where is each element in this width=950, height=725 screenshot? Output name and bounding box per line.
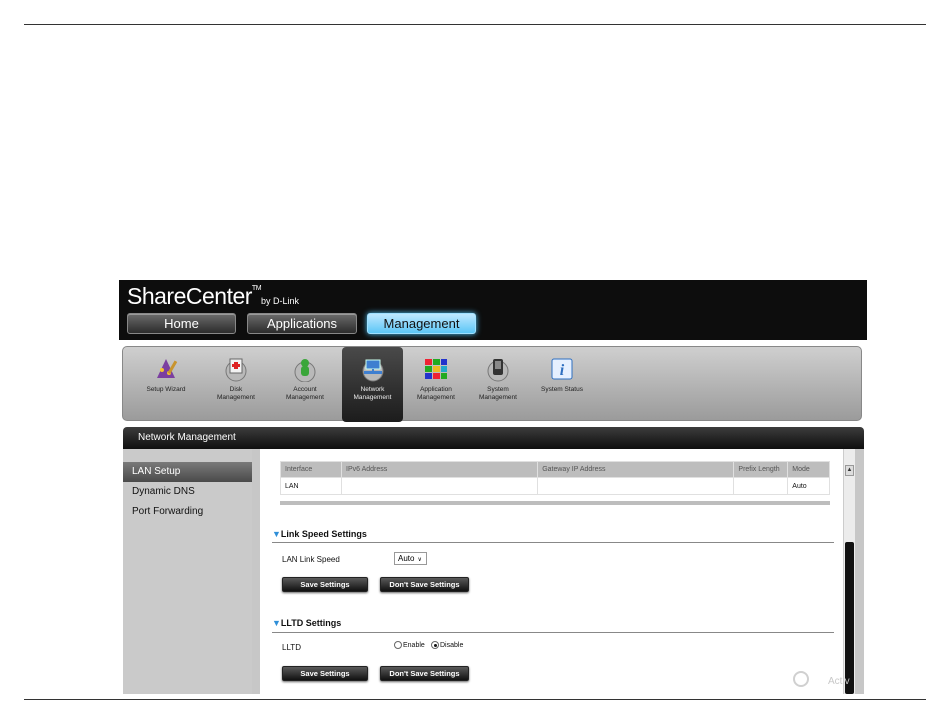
- ipv6-table: Interface IPv6 Address Gateway IP Addres…: [280, 461, 830, 495]
- top-page-rule: [24, 24, 926, 25]
- tool-setup-wizard[interactable]: Setup Wizard: [141, 347, 191, 422]
- activation-watermark: Activ: [828, 676, 850, 687]
- tool-network-management[interactable]: Network Management: [342, 347, 403, 422]
- bottom-page-rule: [24, 699, 926, 700]
- sidebar-item-dynamic-dns[interactable]: Dynamic DNS: [123, 482, 252, 502]
- tool-account-management[interactable]: Account Management: [280, 347, 330, 422]
- table-cell: Auto: [787, 477, 830, 495]
- key-icon: [793, 671, 809, 687]
- content-panel: Interface IPv6 Address Gateway IP Addres…: [260, 449, 843, 694]
- lltd-save-button[interactable]: Save Settings: [282, 666, 368, 681]
- lltd-disable-radio[interactable]: Disable: [431, 641, 463, 649]
- sharecenter-screenshot: ShareCenterTMby D-Link Home Applications…: [119, 280, 867, 694]
- table-row: LAN Auto: [280, 477, 830, 495]
- column-header: IPv6 Address: [340, 461, 539, 478]
- lltd-dont-save-button[interactable]: Don't Save Settings: [380, 666, 469, 681]
- account-icon: [292, 356, 318, 383]
- triangle-down-icon: ▼: [272, 618, 281, 628]
- lltd-heading: ▼LLTD Settings: [272, 618, 342, 628]
- scroll-up-arrow-icon[interactable]: ▲: [845, 465, 854, 476]
- divider: [272, 632, 834, 633]
- table-cell: [340, 477, 539, 495]
- table-cell: LAN: [280, 477, 342, 495]
- table-header-row: Interface IPv6 Address Gateway IP Addres…: [280, 461, 830, 478]
- triangle-down-icon: ▼: [272, 529, 281, 539]
- sidebar-item-lan-setup[interactable]: LAN Setup: [123, 462, 252, 482]
- table-cell: [537, 477, 735, 495]
- tool-system-management[interactable]: System Management: [473, 347, 523, 422]
- disk-icon: [223, 356, 249, 382]
- scrollbar-thumb[interactable]: [845, 542, 854, 694]
- header-bar: ShareCenterTMby D-Link Home Applications…: [119, 280, 867, 340]
- tool-application-management[interactable]: Application Management: [411, 347, 461, 422]
- lltd-enable-radio[interactable]: Enable: [394, 641, 425, 649]
- nav-management-button[interactable]: Management: [367, 313, 476, 334]
- table-cell: [733, 477, 789, 495]
- radio-on-icon: [431, 641, 439, 649]
- nav-home-button[interactable]: Home: [127, 313, 236, 334]
- column-header: Interface: [280, 461, 342, 478]
- svg-text:i: i: [560, 362, 565, 379]
- sidebar: LAN Setup Dynamic DNS Port Forwarding: [123, 449, 252, 694]
- column-header: Gateway IP Address: [537, 461, 735, 478]
- system-icon: [485, 356, 511, 382]
- link-speed-dont-save-button[interactable]: Don't Save Settings: [380, 577, 469, 592]
- lltd-label: LLTD: [282, 643, 301, 652]
- info-icon: i: [549, 356, 575, 382]
- wizard-icon: [153, 356, 179, 382]
- application-icon: [423, 356, 449, 382]
- sidebar-item-port-forwarding[interactable]: Port Forwarding: [123, 502, 252, 522]
- section-title-bar: Network Management: [123, 427, 864, 449]
- tool-system-status[interactable]: i System Status: [537, 347, 587, 422]
- chevron-down-icon: ∨: [417, 557, 422, 563]
- management-toolbar: Setup Wizard Disk Management Account Man…: [122, 346, 862, 422]
- column-header: Mode: [787, 461, 830, 478]
- vertical-scrollbar[interactable]: ▲: [843, 449, 855, 694]
- lan-link-speed-label: LAN Link Speed: [282, 555, 340, 564]
- radio-off-icon: [394, 641, 402, 649]
- link-speed-save-button[interactable]: Save Settings: [282, 577, 368, 592]
- nav-applications-button[interactable]: Applications: [247, 313, 357, 334]
- link-speed-heading: ▼Link Speed Settings: [272, 529, 367, 539]
- column-header: Prefix Length: [733, 461, 789, 478]
- main-body: LAN Setup Dynamic DNS Port Forwarding In…: [123, 449, 864, 694]
- lan-link-speed-select[interactable]: Auto ∨: [394, 552, 427, 565]
- table-footer-bar: [280, 501, 830, 505]
- brand-logo: ShareCenterTMby D-Link: [127, 283, 300, 309]
- divider: [272, 542, 834, 543]
- tool-disk-management[interactable]: Disk Management: [211, 347, 261, 422]
- network-icon: [360, 356, 386, 382]
